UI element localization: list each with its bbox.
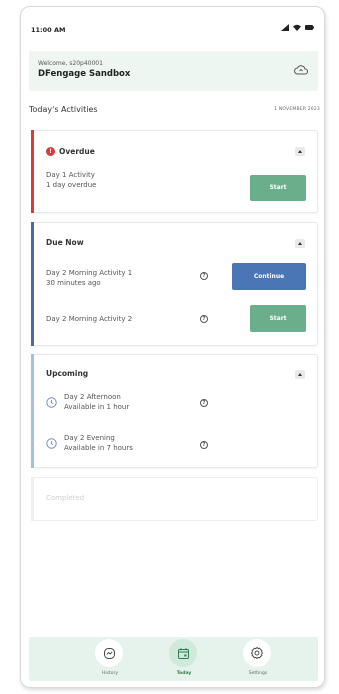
completed-title: Completed	[46, 494, 85, 502]
overdue-start-button[interactable]: Start	[250, 175, 306, 201]
tab-history[interactable]: History	[85, 637, 135, 681]
upcoming-activity-1-status: Available in 1 hour	[64, 403, 130, 411]
section-header: Today's Activities 1 NOVEMBER 2023	[29, 105, 320, 119]
status-time: 11:00 AM	[31, 26, 66, 34]
gear-icon	[250, 646, 264, 660]
due-now-activity-2-name: Day 2 Morning Activity 2	[46, 315, 133, 323]
due-now-activity-1-name: Day 2 Morning Activity 1	[46, 269, 133, 277]
tab-today-label: Today	[176, 671, 192, 676]
help-icon[interactable]: ?	[200, 272, 208, 280]
overdue-activity-name: Day 1 Activity	[46, 171, 95, 179]
upcoming-collapse-button[interactable]	[295, 370, 305, 379]
tab-settings-label: Settings	[248, 671, 268, 676]
status-icons	[281, 24, 314, 31]
overdue-title: Overdue	[59, 147, 95, 156]
completed-accent-bar	[31, 477, 34, 521]
tab-today[interactable]: Today	[159, 637, 209, 681]
overdue-collapse-button[interactable]	[295, 147, 305, 156]
completed-card[interactable]: Completed	[31, 477, 318, 521]
help-icon[interactable]: ?	[200, 399, 208, 407]
history-icon	[103, 647, 115, 659]
study-name: DFengage Sandbox	[38, 69, 131, 79]
tab-settings[interactable]: Settings	[233, 637, 283, 681]
upcoming-title: Upcoming	[46, 369, 89, 378]
calendar-icon	[177, 647, 189, 659]
overdue-activity-status: 1 day overdue	[46, 181, 97, 189]
welcome-greeting: Welcome, s20p40001	[38, 60, 103, 67]
welcome-banner: Welcome, s20p40001 DFengage Sandbox	[29, 51, 318, 91]
due-now-activity-1-status: 30 minutes ago	[46, 279, 101, 287]
overdue-accent-bar	[31, 130, 34, 213]
help-icon[interactable]: ?	[200, 441, 208, 449]
overdue-card: ! Overdue Day 1 Activity 1 day overdue S…	[31, 130, 318, 213]
help-icon[interactable]: ?	[200, 315, 208, 323]
due-now-accent-bar	[31, 222, 34, 346]
due-now-card: Due Now Day 2 Morning Activity 1 30 minu…	[31, 222, 318, 346]
signal-icon	[281, 24, 289, 31]
upcoming-card: Upcoming Day 2 Afternoon Available in 1 …	[31, 354, 318, 468]
upcoming-activity-1-name: Day 2 Afternoon	[64, 393, 121, 401]
tab-history-circle	[95, 639, 123, 667]
tab-history-label: History	[101, 671, 118, 676]
wifi-icon	[293, 24, 301, 31]
section-title: Today's Activities	[29, 105, 98, 114]
continue-button[interactable]: Continue	[232, 263, 306, 290]
phone-frame: 11:00 AM Welcome, s20p40001 DFengage San…	[20, 6, 325, 688]
upcoming-activity-2-name: Day 2 Evening	[64, 434, 115, 442]
tab-today-circle	[169, 639, 197, 667]
due-now-start-button[interactable]: Start	[250, 305, 306, 332]
due-now-title: Due Now	[46, 238, 84, 247]
tab-settings-circle	[243, 639, 271, 667]
upcoming-accent-bar	[31, 354, 34, 468]
clock-icon	[46, 397, 57, 408]
upcoming-activity-2-status: Available in 7 hours	[64, 444, 133, 452]
bottom-tab-bar: History Today Settings	[29, 637, 318, 681]
due-now-collapse-button[interactable]	[295, 239, 305, 248]
cloud-sync-icon[interactable]	[294, 64, 308, 75]
alert-icon: !	[46, 147, 55, 156]
status-bar: 11:00 AM	[21, 7, 324, 47]
clock-icon	[46, 438, 57, 449]
battery-icon	[305, 25, 314, 30]
section-date: 1 NOVEMBER 2023	[274, 107, 320, 112]
